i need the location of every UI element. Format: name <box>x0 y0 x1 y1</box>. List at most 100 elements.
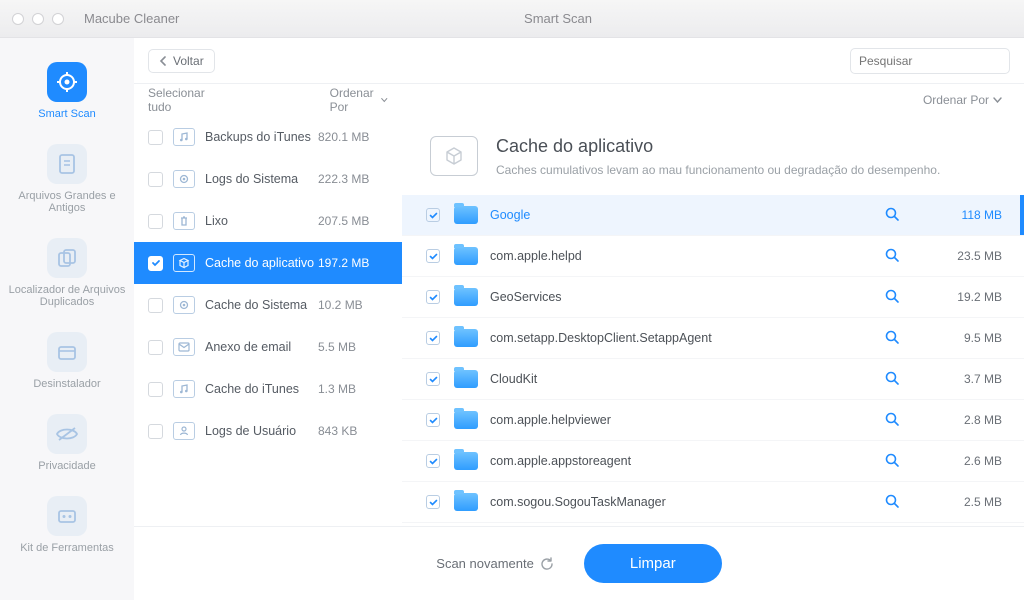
sidebar-item-1[interactable]: Arquivos Grandes e Antigos <box>0 134 134 228</box>
sort-categories[interactable]: Ordenar Por <box>330 86 388 114</box>
reveal-icon[interactable] <box>884 288 902 306</box>
scan-again-button[interactable]: Scan novamente <box>436 556 554 571</box>
category-size: 820.1 MB <box>318 130 388 144</box>
item-size: 2.8 MB <box>938 413 1002 427</box>
sidebar-item-label: Privacidade <box>6 460 128 472</box>
category-row[interactable]: Lixo207.5 MB <box>134 200 402 242</box>
folder-icon <box>454 452 478 470</box>
refresh-icon <box>540 557 554 571</box>
checkbox[interactable] <box>426 413 440 427</box>
category-size: 222.3 MB <box>318 172 388 186</box>
category-row[interactable]: Cache do aplicativo197.2 MB <box>134 242 402 284</box>
sidebar-item-0[interactable]: Smart Scan <box>0 52 134 134</box>
checkbox[interactable] <box>426 249 440 263</box>
folder-icon <box>454 288 478 306</box>
detail-header: Cache do aplicativo Caches cumulativos l… <box>402 116 1024 195</box>
item-row[interactable]: com.setapp.DesktopClient.SetappAgent 9.5 … <box>402 318 1024 359</box>
chevron-left-icon <box>159 56 167 66</box>
checkbox[interactable] <box>148 214 163 229</box>
item-row[interactable]: GeoServices19.2 MB <box>402 277 1024 318</box>
reveal-icon[interactable] <box>884 452 902 470</box>
category-name: Lixo <box>205 214 318 228</box>
reveal-icon[interactable] <box>884 370 902 388</box>
folder-icon <box>454 370 478 388</box>
titlebar: Macube Cleaner Smart Scan <box>0 0 1024 38</box>
checkbox[interactable] <box>148 130 163 145</box>
category-name: Backups do iTunes <box>205 130 318 144</box>
checkbox[interactable] <box>148 382 163 397</box>
sidebar-item-4[interactable]: Privacidade <box>0 404 134 486</box>
reveal-icon[interactable] <box>884 493 902 511</box>
item-name: com.setapp.DesktopClient.SetappAgent <box>490 331 884 345</box>
item-row[interactable]: com.apple.helpd 23.5 MB <box>402 236 1024 277</box>
category-size: 207.5 MB <box>318 214 388 228</box>
checkbox[interactable] <box>426 208 440 222</box>
back-label: Voltar <box>173 54 204 68</box>
reveal-icon[interactable] <box>884 411 902 429</box>
folder-icon <box>454 411 478 429</box>
folder-icon <box>454 493 478 511</box>
search-input[interactable] <box>859 54 1014 68</box>
music-icon <box>173 380 195 398</box>
zoom-dot[interactable] <box>52 13 64 25</box>
sidebar-item-label: Kit de Ferramentas <box>6 542 128 554</box>
reveal-icon[interactable] <box>884 206 902 224</box>
clean-button[interactable]: Limpar <box>584 544 722 583</box>
chevron-down-icon <box>381 97 388 103</box>
item-row[interactable]: CloudKit 3.7 MB <box>402 359 1024 400</box>
checkbox[interactable] <box>148 172 163 187</box>
gear-icon <box>173 296 195 314</box>
folder-icon <box>454 247 478 265</box>
close-dot[interactable] <box>12 13 24 25</box>
cube-icon <box>173 254 195 272</box>
mail-icon <box>173 338 195 356</box>
item-name: com.apple.helpviewer <box>490 413 884 427</box>
checkbox[interactable] <box>426 372 440 386</box>
item-name: GeoServices <box>490 290 884 304</box>
item-name: com.apple.helpd <box>490 249 884 263</box>
checkbox[interactable] <box>426 331 440 345</box>
checkbox[interactable] <box>148 256 163 271</box>
sort-items[interactable]: Ordenar Por <box>402 93 1024 107</box>
category-name: Logs de Usuário <box>205 424 318 438</box>
checkbox[interactable] <box>426 454 440 468</box>
sidebar-item-label: Smart Scan <box>6 108 128 120</box>
item-size: 118 MB <box>938 208 1002 222</box>
category-row[interactable]: Logs do Sistema222.3 MB <box>134 158 402 200</box>
checkbox[interactable] <box>426 495 440 509</box>
category-row[interactable]: Backups do iTunes820.1 MB <box>134 116 402 158</box>
category-row[interactable]: Logs de Usuário843 KB <box>134 410 402 452</box>
back-button[interactable]: Voltar <box>148 49 215 73</box>
checkbox[interactable] <box>426 290 440 304</box>
select-all-link[interactable]: Selecionar tudo <box>148 86 210 114</box>
search-box[interactable] <box>850 48 1010 74</box>
sidebar-item-5[interactable]: Kit de Ferramentas <box>0 486 134 568</box>
gear-icon <box>173 170 195 188</box>
sidebar-item-3[interactable]: Desinstalador <box>0 322 134 404</box>
item-size: 3.7 MB <box>938 372 1002 386</box>
item-row[interactable]: com.apple.appstoreagent2.6 MB <box>402 441 1024 482</box>
category-row[interactable]: Anexo de email5.5 MB <box>134 326 402 368</box>
item-row[interactable]: Google118 MB <box>402 195 1024 236</box>
checkbox[interactable] <box>148 340 163 355</box>
category-size: 1.3 MB <box>318 382 388 396</box>
reveal-icon[interactable] <box>884 247 902 265</box>
minimize-dot[interactable] <box>32 13 44 25</box>
category-row[interactable]: Cache do iTunes1.3 MB <box>134 368 402 410</box>
sidebar-item-2[interactable]: Localizador de Arquivos Duplicados <box>0 228 134 322</box>
topbar: Voltar <box>134 38 1024 84</box>
category-name: Anexo de email <box>205 340 318 354</box>
item-name: CloudKit <box>490 372 884 386</box>
item-list: Google118 MB com.apple.helpd 23.5 MB GeoSer… <box>402 195 1024 526</box>
category-size: 10.2 MB <box>318 298 388 312</box>
item-size: 23.5 MB <box>938 249 1002 263</box>
checkbox[interactable] <box>148 424 163 439</box>
category-row[interactable]: Cache do Sistema10.2 MB <box>134 284 402 326</box>
reveal-icon[interactable] <box>884 329 902 347</box>
item-size: 9.5 MB <box>938 331 1002 345</box>
footer: Scan novamente Limpar <box>134 526 1024 600</box>
target-icon <box>47 62 87 102</box>
item-row[interactable]: com.apple.helpviewer 2.8 MB <box>402 400 1024 441</box>
checkbox[interactable] <box>148 298 163 313</box>
item-row[interactable]: com.sogou.SogouTaskManager2.5 MB <box>402 482 1024 523</box>
